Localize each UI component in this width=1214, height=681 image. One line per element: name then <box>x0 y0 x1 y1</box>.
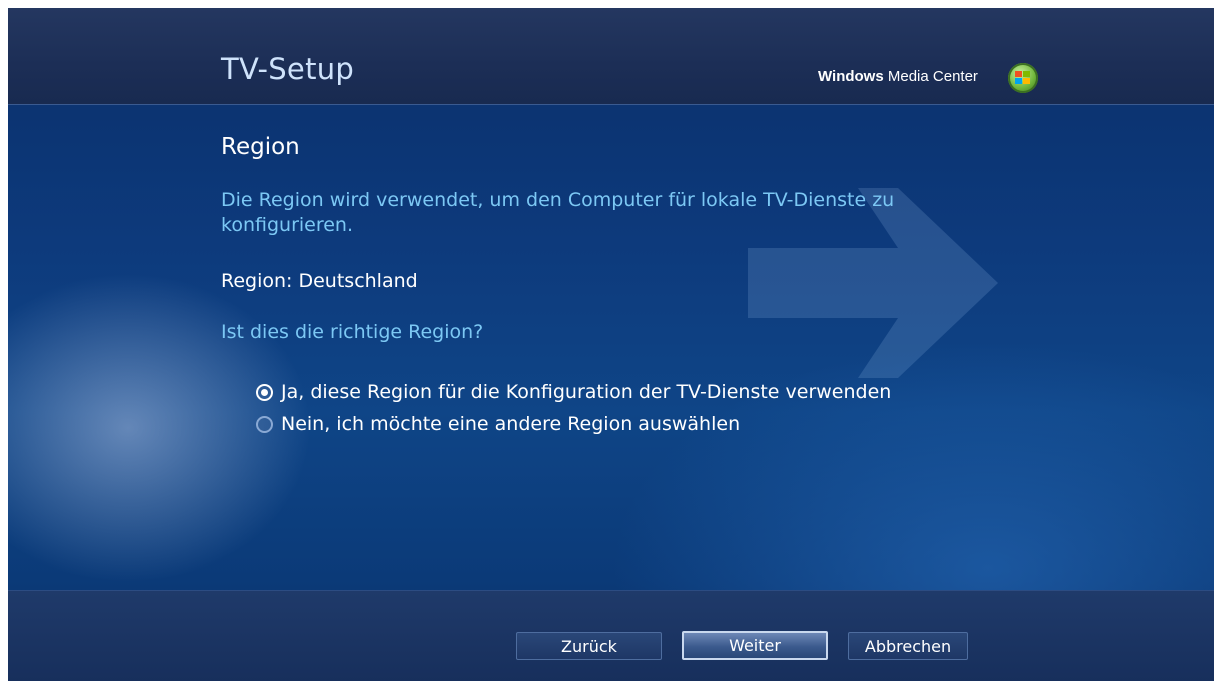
brand-bold: Windows <box>818 68 884 85</box>
radio-option-yes[interactable]: Ja, diese Region für die Konfiguration d… <box>256 378 891 406</box>
region-value: Region: Deutschland <box>221 270 418 292</box>
back-button[interactable]: Zurück <box>516 632 662 660</box>
radio-button-unchecked[interactable] <box>256 415 273 433</box>
cancel-button[interactable]: Abbrechen <box>848 632 968 660</box>
brand-rest: Media Center <box>883 68 978 85</box>
header-bar: TV-Setup Windows Media Center <box>8 8 1214 105</box>
brand-text: Windows Media Center <box>818 68 978 85</box>
intro-text: Die Region wird verwendet, um den Comput… <box>221 189 895 236</box>
media-center-window: TV-Setup Windows Media Center Region Die… <box>8 8 1214 681</box>
page-title: TV-Setup <box>221 52 355 86</box>
section-heading: Region <box>221 134 300 160</box>
radio-option-no[interactable]: Nein, ich möchte eine andere Region ausw… <box>256 410 740 438</box>
radio-option-yes-label: Ja, diese Region für die Konfiguration d… <box>281 381 892 403</box>
windows-flag-orb-icon <box>1008 63 1038 93</box>
region-question: Ist dies die richtige Region? <box>221 321 484 343</box>
radio-button-checked[interactable] <box>256 383 273 401</box>
next-button[interactable]: Weiter <box>682 631 828 660</box>
radio-option-no-label: Nein, ich möchte eine andere Region ausw… <box>281 413 741 435</box>
